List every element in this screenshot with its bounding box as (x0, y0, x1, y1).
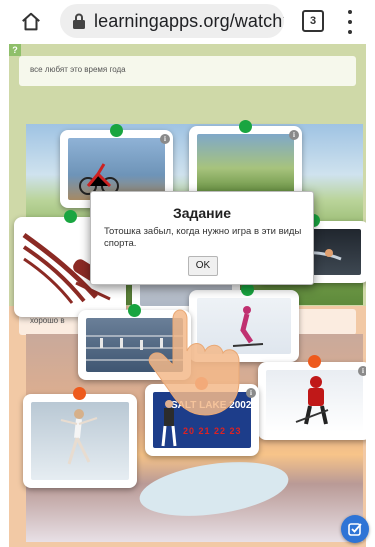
category-label-top: все любят это время года (30, 65, 126, 74)
category-header-top: все любят это время года (19, 56, 356, 86)
info-icon[interactable]: i (358, 366, 366, 376)
lock-icon (73, 13, 85, 29)
dialog-message: Тотошка забыл, когда нужно игра в эти ви… (104, 226, 302, 249)
check-icon (348, 523, 362, 536)
hockey-image (266, 370, 363, 432)
hand-pointer-icon (148, 309, 240, 416)
tabs-button[interactable]: 3 (302, 10, 324, 32)
card-marker (110, 124, 123, 137)
app-help-icon[interactable]: ? (9, 44, 21, 56)
url-text: learningapps.org/watch? (94, 10, 284, 31)
card-marker (128, 304, 141, 317)
card-marker (64, 210, 77, 223)
more-menu-button[interactable] (345, 10, 355, 34)
dialog-title: Задание (172, 205, 232, 221)
check-answers-button[interactable] (341, 515, 369, 543)
figure-skating-image (31, 402, 129, 480)
more-vert-icon (348, 10, 352, 14)
ok-button[interactable]: OK (188, 256, 218, 276)
tabs-count: 3 (309, 15, 317, 27)
category-label-bottom: хорошо в (30, 316, 65, 325)
home-icon (22, 12, 40, 31)
learningapps-canvas: ? все любят это время года хорошо в i i (9, 44, 366, 547)
banner-numbers: 20 21 22 23 (183, 426, 242, 436)
card-marker (239, 120, 252, 133)
task-dialog: Задание Тотошка забыл, когда нужно игра … (90, 191, 314, 285)
home-button[interactable] (18, 9, 44, 35)
info-icon[interactable]: i (289, 130, 299, 140)
field-image (197, 134, 294, 196)
card-marker (73, 387, 86, 400)
sport-card-hockey[interactable]: i (258, 355, 366, 440)
card-marker (308, 355, 321, 368)
address-bar[interactable]: learningapps.org/watch? (60, 4, 284, 38)
info-icon[interactable]: i (160, 134, 170, 144)
browser-toolbar: learningapps.org/watch? 3 (0, 0, 375, 44)
sport-card-figure-skating[interactable] (23, 387, 137, 488)
